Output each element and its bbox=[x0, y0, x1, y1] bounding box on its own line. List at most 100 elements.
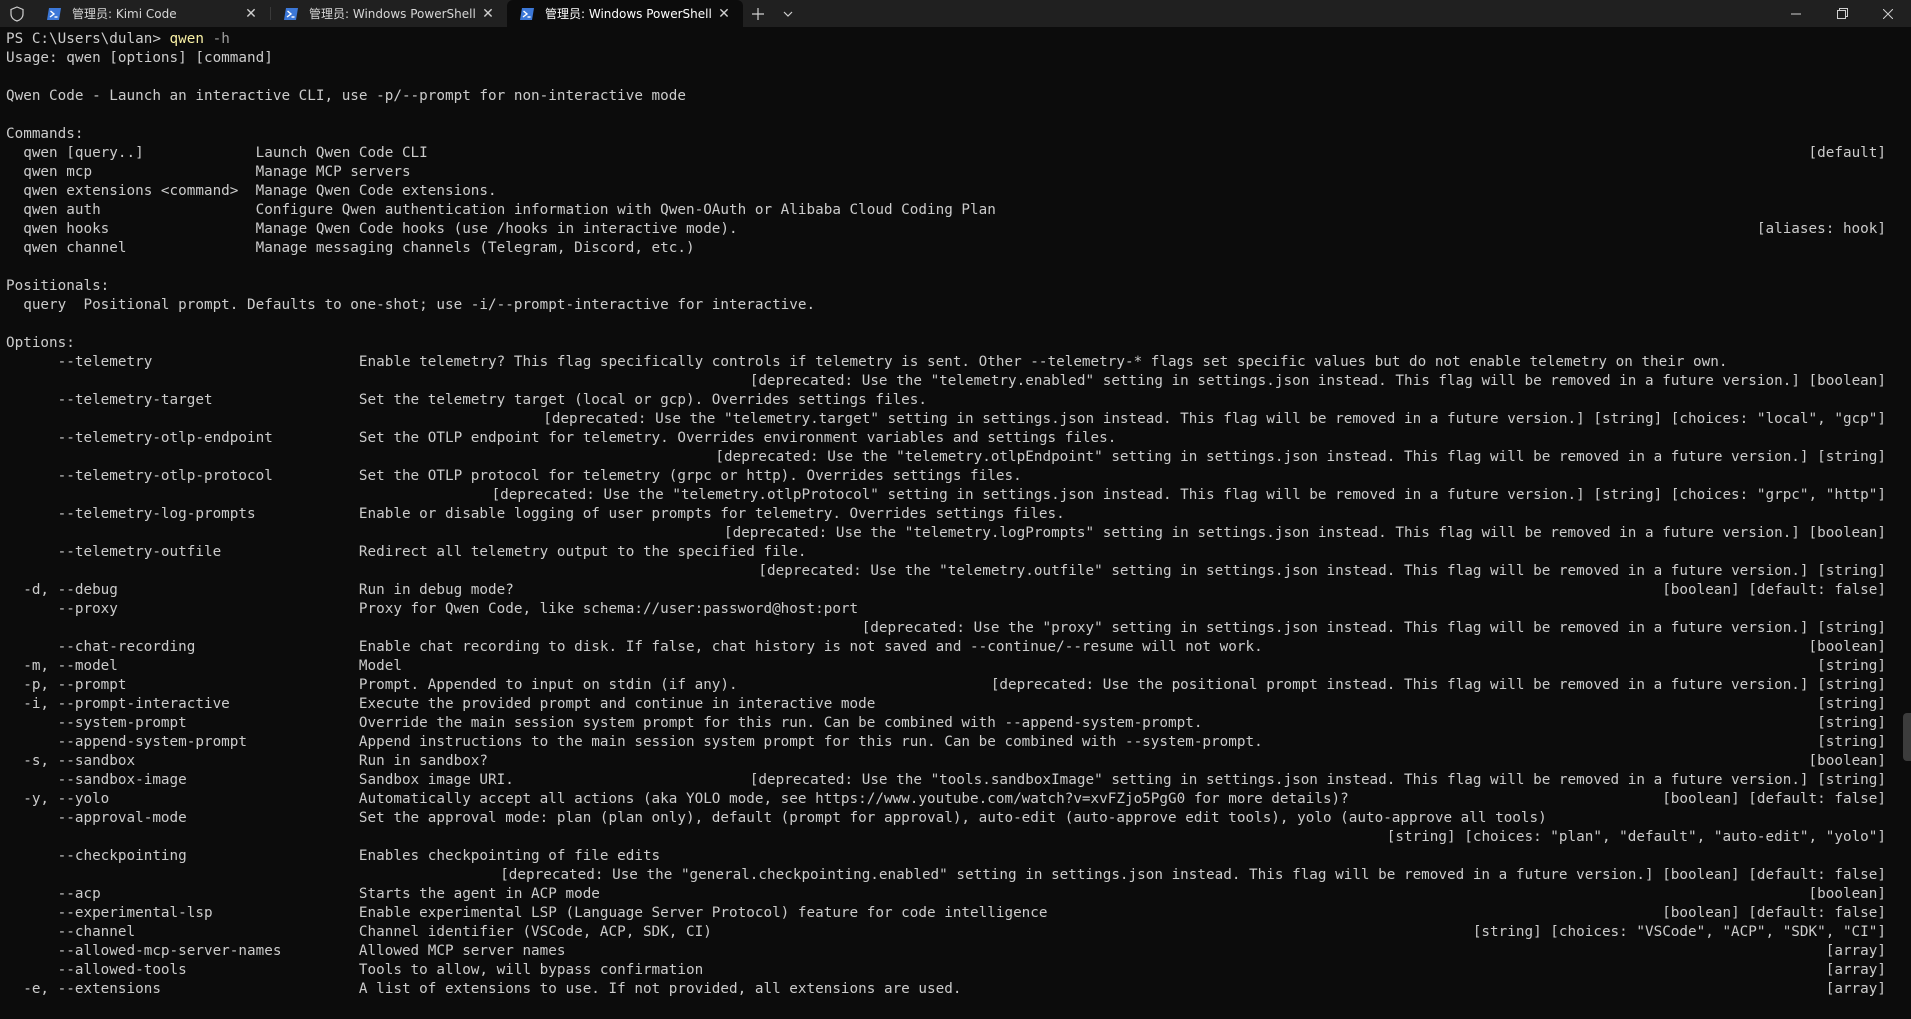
line-annotation: [boolean] bbox=[1808, 753, 1886, 769]
line-text: qwen mcp Manage MCP servers bbox=[6, 164, 411, 180]
output-line: qwen hooks Manage Qwen Code hooks (use /… bbox=[6, 220, 1886, 239]
line-text: qwen [query..] Launch Qwen Code CLI bbox=[6, 145, 428, 161]
output-line: -s, --sandbox Run in sandbox? [boolean] bbox=[6, 752, 1886, 771]
line-text: --chat-recording Enable chat recording t… bbox=[6, 639, 1263, 655]
title-bar: 管理员: Kimi Code ✕ 管理员: Windows PowerShell… bbox=[0, 0, 1911, 27]
line-annotation: [string] bbox=[1817, 658, 1886, 674]
line-text: qwen channel Manage messaging channels (… bbox=[6, 240, 695, 256]
tab-kimi-code[interactable]: 管理员: Kimi Code ✕ bbox=[34, 0, 270, 27]
close-icon[interactable]: ✕ bbox=[477, 3, 499, 25]
output-line: [deprecated: Use the "general.checkpoint… bbox=[6, 866, 1886, 885]
line-text: --allowed-tools Tools to allow, will byp… bbox=[6, 962, 704, 978]
minimize-button[interactable] bbox=[1773, 0, 1819, 27]
line-text: qwen auth Configure Qwen authentication … bbox=[6, 202, 996, 218]
close-window-button[interactable] bbox=[1865, 0, 1911, 27]
line-text: -e, --extensions A list of extensions to… bbox=[6, 981, 962, 997]
line-text: --acp Starts the agent in ACP mode bbox=[6, 886, 600, 902]
output-line: [deprecated: Use the "telemetry.enabled"… bbox=[6, 372, 1886, 391]
output-line: [deprecated: Use the "telemetry.logPromp… bbox=[6, 524, 1886, 543]
line-text: --telemetry-outfile Redirect all telemet… bbox=[6, 544, 807, 560]
output-line: qwen channel Manage messaging channels (… bbox=[6, 239, 1886, 258]
line-text: -p, --prompt Prompt. Appended to input o… bbox=[6, 677, 738, 693]
output-line: --telemetry Enable telemetry? This flag … bbox=[6, 353, 1886, 372]
output-line: --telemetry-log-prompts Enable or disabl… bbox=[6, 505, 1886, 524]
output-line: qwen mcp Manage MCP servers bbox=[6, 163, 1886, 182]
output-line: -d, --debug Run in debug mode? [boolean] … bbox=[6, 581, 1886, 600]
chevron-down-icon bbox=[783, 11, 793, 17]
line-text: --proxy Proxy for Qwen Code, like schema… bbox=[6, 601, 859, 617]
output-line: --allowed-mcp-server-names Allowed MCP s… bbox=[6, 942, 1886, 961]
output-line: [deprecated: Use the "telemetry.otlpProt… bbox=[6, 486, 1886, 505]
line-text: --allowed-mcp-server-names Allowed MCP s… bbox=[6, 943, 566, 959]
output-line: [deprecated: Use the "telemetry.outfile"… bbox=[6, 562, 1886, 581]
line-annotation: [array] bbox=[1825, 981, 1886, 997]
line-annotation: [deprecated: Use the "telemetry.otlpProt… bbox=[491, 487, 1886, 503]
powershell-icon bbox=[47, 7, 61, 20]
new-tab-button[interactable] bbox=[743, 0, 773, 27]
tab-windows-powershell-2[interactable]: 管理员: Windows PowerShell ✕ bbox=[507, 0, 743, 27]
output-line: qwen extensions <command> Manage Qwen Co… bbox=[6, 182, 1886, 201]
line-text: qwen extensions <command> Manage Qwen Co… bbox=[6, 183, 497, 199]
tab-windows-powershell-1[interactable]: 管理员: Windows PowerShell ✕ bbox=[271, 0, 507, 27]
command-args: -h bbox=[203, 31, 230, 47]
line-text: --telemetry Enable telemetry? This flag … bbox=[6, 354, 1728, 370]
minimize-icon bbox=[1791, 13, 1801, 14]
line-text: --telemetry-target Set the telemetry tar… bbox=[6, 392, 927, 408]
output-line: --telemetry-otlp-protocol Set the OTLP p… bbox=[6, 467, 1886, 486]
line-text: qwen hooks Manage Qwen Code hooks (use /… bbox=[6, 221, 738, 237]
output-line: --sandbox-image Sandbox image URI. [depre… bbox=[6, 771, 1886, 790]
line-annotation: [string] bbox=[1817, 734, 1886, 750]
close-icon[interactable]: ✕ bbox=[240, 3, 262, 25]
prompt-line: PS C:\Users\dulan> qwen -h bbox=[6, 30, 1886, 49]
line-annotation: [boolean] [default: false] bbox=[1662, 582, 1886, 598]
line-annotation: [string] bbox=[1817, 715, 1886, 731]
output-line: [string] [choices: "plan", "default", "a… bbox=[6, 828, 1886, 847]
line-annotation: [deprecated: Use the "telemetry.logPromp… bbox=[723, 525, 1886, 541]
output-line: --channel Channel identifier (VSCode, AC… bbox=[6, 923, 1886, 942]
line-annotation: [deprecated: Use the "telemetry.enabled"… bbox=[749, 373, 1886, 389]
line-text: --append-system-prompt Append instructio… bbox=[6, 734, 1263, 750]
restore-icon bbox=[1836, 8, 1848, 19]
line-text: --approval-mode Set the approval mode: p… bbox=[6, 810, 1547, 826]
plus-icon bbox=[752, 7, 764, 20]
output-line: -i, --prompt-interactive Execute the pro… bbox=[6, 695, 1886, 714]
tab-label: 管理员: Kimi Code bbox=[72, 7, 177, 21]
command-name: qwen bbox=[169, 31, 204, 47]
restore-button[interactable] bbox=[1819, 0, 1865, 27]
line-text: -m, --model Model bbox=[6, 658, 402, 674]
line-text: -i, --prompt-interactive Execute the pro… bbox=[6, 696, 876, 712]
output-line: --checkpointing Enables checkpointing of… bbox=[6, 847, 1886, 866]
output-line: [deprecated: Use the "telemetry.otlpEndp… bbox=[6, 448, 1886, 467]
line-text: Qwen Code - Launch an interactive CLI, u… bbox=[6, 88, 686, 104]
line-annotation: [deprecated: Use the "telemetry.otlpEndp… bbox=[715, 449, 1886, 465]
output-line: -y, --yolo Automatically accept all acti… bbox=[6, 790, 1886, 809]
output-line: -e, --extensions A list of extensions to… bbox=[6, 980, 1886, 999]
output-line: qwen [query..] Launch Qwen Code CLI [defa… bbox=[6, 144, 1886, 163]
line-text: --telemetry-otlp-protocol Set the OTLP p… bbox=[6, 468, 1022, 484]
output-line: [deprecated: Use the "proxy" setting in … bbox=[6, 619, 1886, 638]
output-line: Qwen Code - Launch an interactive CLI, u… bbox=[6, 87, 1886, 106]
line-annotation: [deprecated: Use the "tools.sandboxImage… bbox=[749, 772, 1886, 788]
close-icon bbox=[1883, 8, 1893, 19]
line-text: -y, --yolo Automatically accept all acti… bbox=[6, 791, 1349, 807]
line-text: --telemetry-otlp-endpoint Set the OTLP e… bbox=[6, 430, 1117, 446]
output-line: --system-prompt Override the main sessio… bbox=[6, 714, 1886, 733]
line-text: query Positional prompt. Defaults to one… bbox=[6, 297, 816, 313]
close-icon[interactable]: ✕ bbox=[713, 3, 735, 25]
help-output: Usage: qwen [options] [command] Qwen Code… bbox=[6, 49, 1886, 999]
line-text: -s, --sandbox Run in sandbox? bbox=[6, 753, 489, 769]
line-annotation: [aliases: hook] bbox=[1756, 221, 1886, 237]
line-text: --checkpointing Enables checkpointing of… bbox=[6, 848, 661, 864]
line-text: Options: bbox=[6, 335, 75, 351]
output-line: --acp Starts the agent in ACP mode [boole… bbox=[6, 885, 1886, 904]
line-annotation: [boolean] [default: false] bbox=[1662, 791, 1886, 807]
tab-dropdown-button[interactable] bbox=[773, 0, 803, 27]
terminal-output[interactable]: PS C:\Users\dulan> qwen -h Usage: qwen [… bbox=[6, 30, 1886, 1016]
tab-label: 管理员: Windows PowerShell bbox=[309, 7, 476, 21]
scrollbar-thumb[interactable] bbox=[1903, 713, 1911, 761]
output-line: --allowed-tools Tools to allow, will byp… bbox=[6, 961, 1886, 980]
